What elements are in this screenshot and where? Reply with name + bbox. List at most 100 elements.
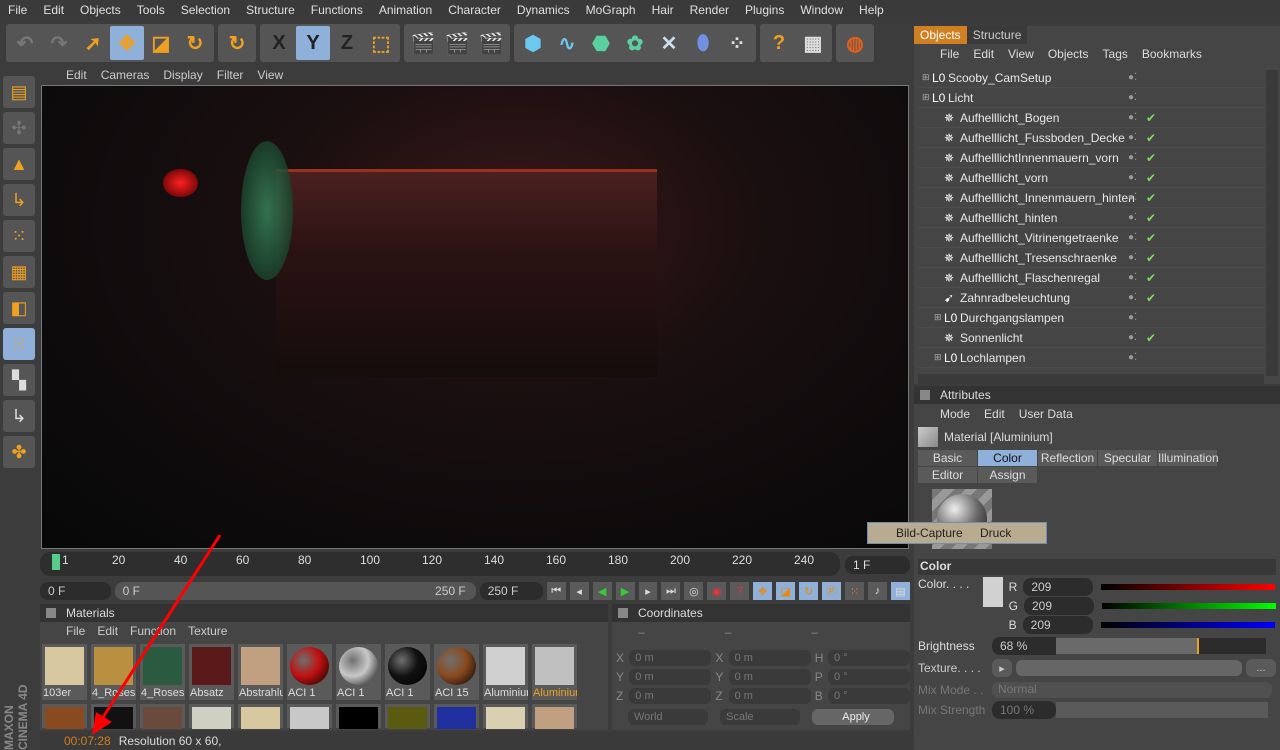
materials-menu-function[interactable]: Function — [130, 624, 176, 638]
object-row[interactable]: ✵ Sonnenlicht ●⁚ ✔ — [918, 328, 1268, 348]
b-field[interactable]: 209 — [1022, 615, 1093, 634]
viewport-layout-icon[interactable]: ▤ — [3, 76, 35, 108]
b-axis-field[interactable]: 0 m — [728, 649, 811, 666]
visibility-dots[interactable]: ●⁚ — [1128, 112, 1137, 123]
visibility-dots[interactable]: ●⁚ — [1128, 252, 1137, 263]
key-position-icon[interactable]: ✥ — [753, 582, 773, 600]
enabled-check-icon[interactable]: ✔ — [1146, 251, 1156, 265]
move-icon[interactable]: ✥ — [110, 26, 144, 60]
deformer-icon[interactable]: ✕ — [652, 26, 686, 60]
scale-icon[interactable]: ◪ — [144, 26, 178, 60]
object-name[interactable]: Aufhelllicht_Tresenschraenke — [960, 251, 1117, 265]
color-swatch[interactable] — [983, 577, 1003, 607]
tab-structure[interactable]: Structure — [966, 26, 1028, 44]
material-item[interactable] — [287, 704, 332, 729]
objects-menu-edit[interactable]: Edit — [973, 47, 994, 61]
object-row[interactable]: ⊞ L0 Durchgangslampen ●⁚ — [918, 308, 1268, 328]
help-table-icon[interactable]: ▦ — [796, 26, 830, 60]
key-parameter-icon[interactable]: Ⓟ — [822, 582, 842, 600]
visibility-dots[interactable]: ●⁚ — [1128, 332, 1137, 343]
rotate-icon[interactable]: ↻ — [178, 26, 212, 60]
current-frame-field[interactable]: 1 F — [845, 556, 910, 574]
expand-icon[interactable]: ⊞ — [922, 92, 932, 103]
object-name[interactable]: Lochlampen — [960, 351, 1025, 365]
render-picture-viewer-icon[interactable]: 🎬 — [440, 26, 474, 60]
apply-button[interactable]: Apply — [812, 709, 894, 725]
recent-tool-icon[interactable]: ↻ — [220, 26, 254, 60]
visibility-dots[interactable]: ●⁚ — [1128, 152, 1137, 163]
visibility-dots[interactable]: ●⁚ — [1128, 72, 1137, 83]
timeline-ruler[interactable]: 1 20 40 60 80 100 120 140 160 180 200 220 240 — [40, 552, 840, 576]
size-mode-select[interactable]: Scale — [720, 709, 800, 725]
menu-selection[interactable]: Selection — [173, 3, 238, 17]
material-item[interactable] — [336, 704, 381, 729]
enabled-check-icon[interactable]: ✔ — [1146, 331, 1156, 345]
scheme-icon[interactable]: ▤ — [890, 582, 910, 600]
objects-menu-tags[interactable]: Tags — [1103, 47, 1128, 61]
material-item[interactable] — [91, 704, 136, 729]
r-field[interactable]: 209 — [1023, 577, 1094, 596]
menu-objects[interactable]: Objects — [72, 3, 129, 17]
web-icon[interactable]: ◍ — [838, 26, 872, 60]
material-item[interactable] — [42, 704, 87, 729]
object-row[interactable]: ✵ Aufhelllicht_Bogen ●⁚ ✔ — [918, 108, 1268, 128]
record-icon[interactable]: ◎ — [684, 582, 704, 600]
object-name[interactable]: Scooby_CamSetup — [948, 71, 1051, 85]
3d-viewport[interactable] — [41, 85, 909, 549]
undo-icon[interactable]: ↶ — [8, 26, 42, 60]
cube-icon[interactable]: ⬢ — [516, 26, 550, 60]
viewport-menu-edit[interactable]: Edit — [66, 68, 87, 82]
menu-file[interactable]: File — [0, 3, 35, 17]
next-key-icon[interactable]: ▸ — [638, 582, 658, 600]
edges-mode-icon[interactable]: ▦ — [3, 256, 35, 288]
key-scale-icon[interactable]: ◪ — [776, 582, 796, 600]
object-name[interactable]: Sonnenlicht — [960, 331, 1023, 345]
objects-hscrollbar[interactable] — [918, 374, 1264, 384]
material-item[interactable]: 4_Roses — [91, 644, 136, 700]
visibility-dots[interactable]: ●⁚ — [1128, 212, 1137, 223]
tab-objects[interactable]: Objects — [914, 26, 967, 44]
object-row[interactable]: ✵ Aufhelllicht_Flaschenregal ●⁚ ✔ — [918, 268, 1268, 288]
object-row[interactable]: ✵ Aufhelllicht_vorn ●⁚ ✔ — [918, 168, 1268, 188]
particle-icon[interactable]: ⁘ — [720, 26, 754, 60]
object-row[interactable]: ✵ Aufhelllicht_hinten ●⁚ ✔ — [918, 208, 1268, 228]
z-axis-button[interactable]: Z — [330, 26, 364, 60]
sound-icon[interactable]: ♪ — [868, 582, 887, 600]
redo-icon[interactable]: ↷ — [42, 26, 76, 60]
y-axis-button[interactable]: Y — [296, 26, 330, 60]
enabled-check-icon[interactable]: ✔ — [1146, 171, 1156, 185]
visibility-dots[interactable]: ●⁚ — [1128, 292, 1137, 303]
menu-structure[interactable]: Structure — [238, 3, 303, 17]
viewport-menu-view[interactable]: View — [257, 68, 283, 82]
materials-menu-file[interactable]: File — [66, 624, 85, 638]
end-frame-field[interactable]: 250 F — [479, 582, 543, 600]
objects-scrollbar[interactable] — [1266, 70, 1278, 376]
menu-functions[interactable]: Functions — [303, 3, 371, 17]
live-select-icon[interactable]: ➚ — [76, 26, 110, 60]
brightness-slider[interactable] — [1056, 638, 1266, 654]
object-name[interactable]: Aufhelllicht_Fussboden_Decke — [960, 131, 1125, 145]
menu-hair[interactable]: Hair — [644, 3, 682, 17]
b-axis-field[interactable]: 0 m — [728, 668, 811, 685]
viewport-menu-display[interactable]: Display — [163, 68, 202, 82]
coordinate-system-select[interactable]: World — [628, 709, 708, 725]
material-item[interactable]: 4_Roses — [140, 644, 185, 700]
attributes-menu-edit[interactable]: Edit — [984, 407, 1005, 421]
tab-assign[interactable]: Assign — [978, 467, 1037, 483]
x-axis-button[interactable]: X — [262, 26, 296, 60]
r-slider[interactable] — [1101, 583, 1276, 590]
visibility-dots[interactable]: ●⁚ — [1128, 232, 1137, 243]
texture-axis-icon[interactable]: ↳ — [3, 400, 35, 432]
enabled-check-icon[interactable]: ✔ — [1146, 131, 1156, 145]
texture-field[interactable] — [1016, 660, 1242, 676]
coordinate-system-icon[interactable]: ⬚ — [364, 26, 398, 60]
b-axis-field[interactable]: 0 m — [728, 687, 811, 704]
render-settings-icon[interactable]: 🎬 — [474, 26, 508, 60]
menu-window[interactable]: Window — [792, 3, 851, 17]
attributes-menu-user-data[interactable]: User Data — [1019, 407, 1073, 421]
uv-mode-icon[interactable]: ⁙ — [3, 328, 35, 360]
material-item[interactable]: Aluminiur — [483, 644, 528, 700]
brightness-field[interactable]: 68 % — [992, 637, 1056, 655]
material-item[interactable]: ACI 1 — [287, 644, 332, 700]
objects-menu-objects[interactable]: Objects — [1048, 47, 1089, 61]
